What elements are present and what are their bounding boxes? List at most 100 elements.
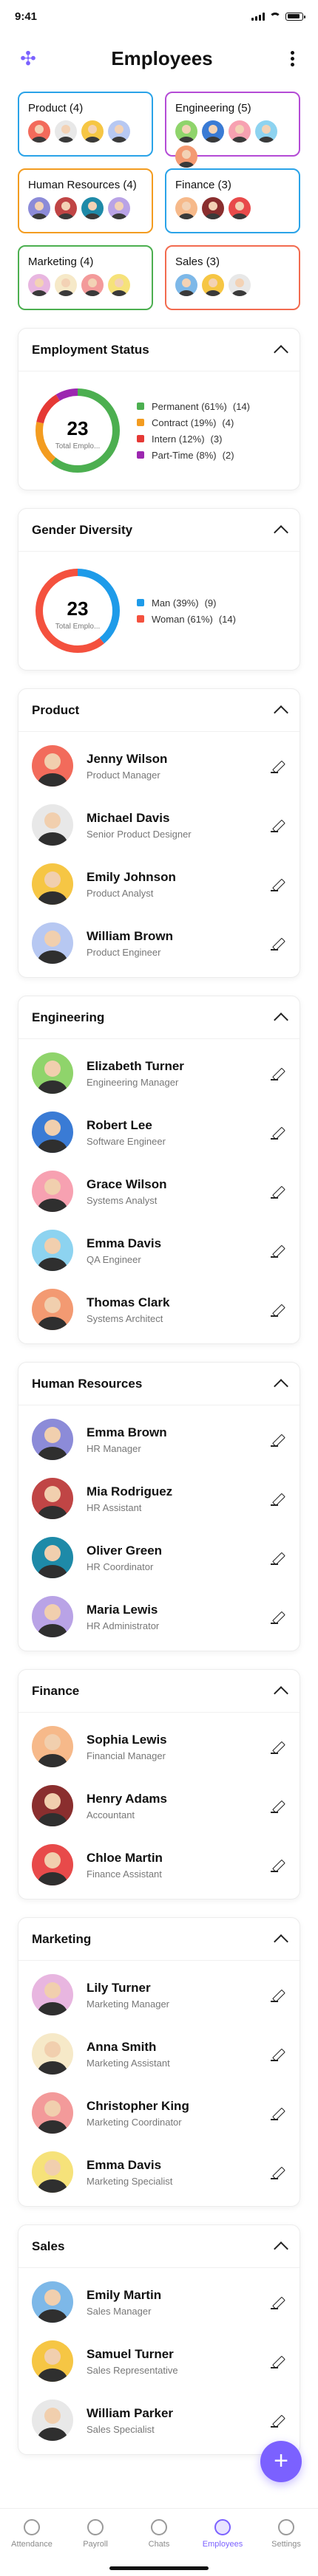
employee-row[interactable]: Maria Lewis HR Administrator bbox=[18, 1587, 300, 1646]
employee-row[interactable]: Michael Davis Senior Product Designer bbox=[18, 795, 300, 854]
employee-row[interactable]: Jenny Wilson Product Manager bbox=[18, 736, 300, 795]
chat-icon bbox=[151, 2519, 167, 2535]
edit-icon[interactable] bbox=[268, 934, 286, 952]
employee-row[interactable]: Christopher King Marketing Coordinator bbox=[18, 2083, 300, 2142]
employment-legend: Permanent (61%) (14) Contract (19%) (4) Inte… bbox=[137, 396, 250, 466]
edit-icon[interactable] bbox=[268, 2293, 286, 2311]
gender-diversity-header[interactable]: Gender Diversity bbox=[18, 509, 300, 552]
edit-icon[interactable] bbox=[268, 1549, 286, 1566]
employee-info: Christopher King Marketing Coordinator bbox=[87, 2099, 268, 2128]
employee-role: Product Engineer bbox=[87, 946, 161, 958]
employee-role: Marketing Manager bbox=[87, 1998, 169, 2010]
edit-icon[interactable] bbox=[268, 1490, 286, 1507]
department-card[interactable]: Human Resources (4) bbox=[18, 168, 153, 233]
edit-icon[interactable] bbox=[268, 1856, 286, 1874]
chevron-up-icon[interactable] bbox=[274, 1933, 288, 1949]
edit-icon[interactable] bbox=[268, 2163, 286, 2181]
chevron-up-icon[interactable] bbox=[274, 524, 288, 540]
employee-row[interactable]: Chloe Martin Finance Assistant bbox=[18, 1835, 300, 1894]
department-card[interactable]: Product (4) bbox=[18, 92, 153, 157]
employee-row[interactable]: Mia Rodriguez HR Assistant bbox=[18, 1469, 300, 1528]
edit-icon[interactable] bbox=[268, 2411, 286, 2429]
avatar bbox=[55, 120, 77, 143]
employee-row[interactable]: Oliver Green HR Coordinator bbox=[18, 1528, 300, 1587]
group-header[interactable]: Finance bbox=[18, 1670, 300, 1713]
group-header[interactable]: Product bbox=[18, 689, 300, 732]
edit-icon[interactable] bbox=[268, 1301, 286, 1318]
department-avatars bbox=[28, 197, 143, 219]
employee-name: Lily Turner bbox=[87, 1980, 151, 1995]
chevron-up-icon[interactable] bbox=[274, 2241, 288, 2256]
chevron-up-icon[interactable] bbox=[274, 1685, 288, 1701]
tab-label: Settings bbox=[271, 2540, 301, 2549]
edit-icon[interactable] bbox=[268, 1986, 286, 2004]
employee-row[interactable]: Emma Davis QA Engineer bbox=[18, 1221, 300, 1280]
more-options-icon[interactable] bbox=[285, 49, 300, 69]
clock-icon bbox=[24, 2519, 40, 2535]
edit-icon[interactable] bbox=[268, 875, 286, 893]
add-employee-button[interactable]: + bbox=[260, 2441, 302, 2482]
group-header[interactable]: Human Resources bbox=[18, 1363, 300, 1405]
employee-row[interactable]: Elizabeth Turner Engineering Manager bbox=[18, 1044, 300, 1103]
department-card[interactable]: Engineering (5) bbox=[165, 92, 300, 168]
employee-row[interactable]: Lily Turner Marketing Manager bbox=[18, 1965, 300, 2024]
employee-row[interactable]: Sophia Lewis Financial Manager bbox=[18, 1717, 300, 1776]
department-card[interactable]: Finance (3) bbox=[165, 168, 300, 233]
chevron-up-icon[interactable] bbox=[274, 1378, 288, 1394]
avatar bbox=[255, 120, 277, 143]
department-grid: Product (4) Engineering (5) Human Resource… bbox=[0, 84, 318, 310]
employee-row[interactable]: Emily Johnson Product Analyst bbox=[18, 854, 300, 914]
avatar bbox=[108, 274, 130, 296]
edit-icon[interactable] bbox=[268, 816, 286, 834]
employee-row[interactable]: Samuel Turner Sales Representative bbox=[18, 2332, 300, 2391]
employee-role: Software Engineer bbox=[87, 1135, 166, 1147]
edit-icon[interactable] bbox=[268, 1738, 286, 1755]
edit-icon[interactable] bbox=[268, 1431, 286, 1448]
legend-item: Permanent (61%) (14) bbox=[137, 401, 250, 412]
department-card[interactable]: Marketing (4) bbox=[18, 245, 153, 310]
department-card[interactable]: Sales (3) bbox=[165, 245, 300, 310]
edit-icon[interactable] bbox=[268, 2045, 286, 2063]
employee-list: Lily Turner Marketing Manager Anna Smith Ma… bbox=[18, 1961, 300, 2206]
employee-row[interactable]: Emma Davis Marketing Specialist bbox=[18, 2142, 300, 2202]
edit-icon[interactable] bbox=[268, 2104, 286, 2122]
employee-list: Emma Brown HR Manager Mia Rodriguez HR Assi… bbox=[18, 1405, 300, 1651]
tab-attendance[interactable]: Attendance bbox=[6, 2519, 58, 2576]
chevron-up-icon[interactable] bbox=[274, 1012, 288, 1027]
edit-icon[interactable] bbox=[268, 2352, 286, 2370]
edit-icon[interactable] bbox=[268, 1123, 286, 1141]
edit-icon[interactable] bbox=[268, 1064, 286, 1082]
employee-row[interactable]: Thomas Clark Systems Architect bbox=[18, 1280, 300, 1339]
group-title: Finance bbox=[32, 1683, 80, 1698]
avatar bbox=[32, 2151, 73, 2193]
avatar bbox=[55, 274, 77, 296]
chevron-up-icon[interactable] bbox=[274, 705, 288, 720]
group-header[interactable]: Marketing bbox=[18, 1918, 300, 1961]
employee-role: Marketing Coordinator bbox=[87, 2116, 182, 2128]
tab-settings[interactable]: Settings bbox=[260, 2519, 312, 2576]
edit-icon[interactable] bbox=[268, 757, 286, 775]
employment-status-card: Employment Status 23 Total Emplo... Perma… bbox=[18, 328, 300, 490]
employee-row[interactable]: Emily Martin Sales Manager bbox=[18, 2272, 300, 2332]
employee-row[interactable]: Robert Lee Software Engineer bbox=[18, 1103, 300, 1162]
edit-icon[interactable] bbox=[268, 1241, 286, 1259]
employee-row[interactable]: Anna Smith Marketing Assistant bbox=[18, 2024, 300, 2083]
edit-icon[interactable] bbox=[268, 1182, 286, 1200]
employee-row[interactable]: Emma Brown HR Manager bbox=[18, 1410, 300, 1469]
employee-role: Engineering Manager bbox=[87, 1076, 179, 1088]
employee-row[interactable]: William Parker Sales Specialist bbox=[18, 2391, 300, 2450]
employee-row[interactable]: Henry Adams Accountant bbox=[18, 1776, 300, 1835]
department-name: Product (4) bbox=[28, 102, 84, 114]
avatar bbox=[229, 197, 251, 219]
employee-group-card: Finance Sophia Lewis Financial Manager Henr… bbox=[18, 1669, 300, 1900]
edit-icon[interactable] bbox=[268, 1797, 286, 1815]
employee-info: William Brown Product Engineer bbox=[87, 929, 268, 958]
employment-status-header[interactable]: Employment Status bbox=[18, 329, 300, 371]
group-header[interactable]: Engineering bbox=[18, 996, 300, 1039]
group-header[interactable]: Sales bbox=[18, 2225, 300, 2268]
chevron-up-icon[interactable] bbox=[274, 344, 288, 360]
department-avatars bbox=[28, 274, 143, 296]
employee-row[interactable]: Grace Wilson Systems Analyst bbox=[18, 1162, 300, 1221]
employee-row[interactable]: William Brown Product Engineer bbox=[18, 914, 300, 973]
edit-icon[interactable] bbox=[268, 1608, 286, 1626]
